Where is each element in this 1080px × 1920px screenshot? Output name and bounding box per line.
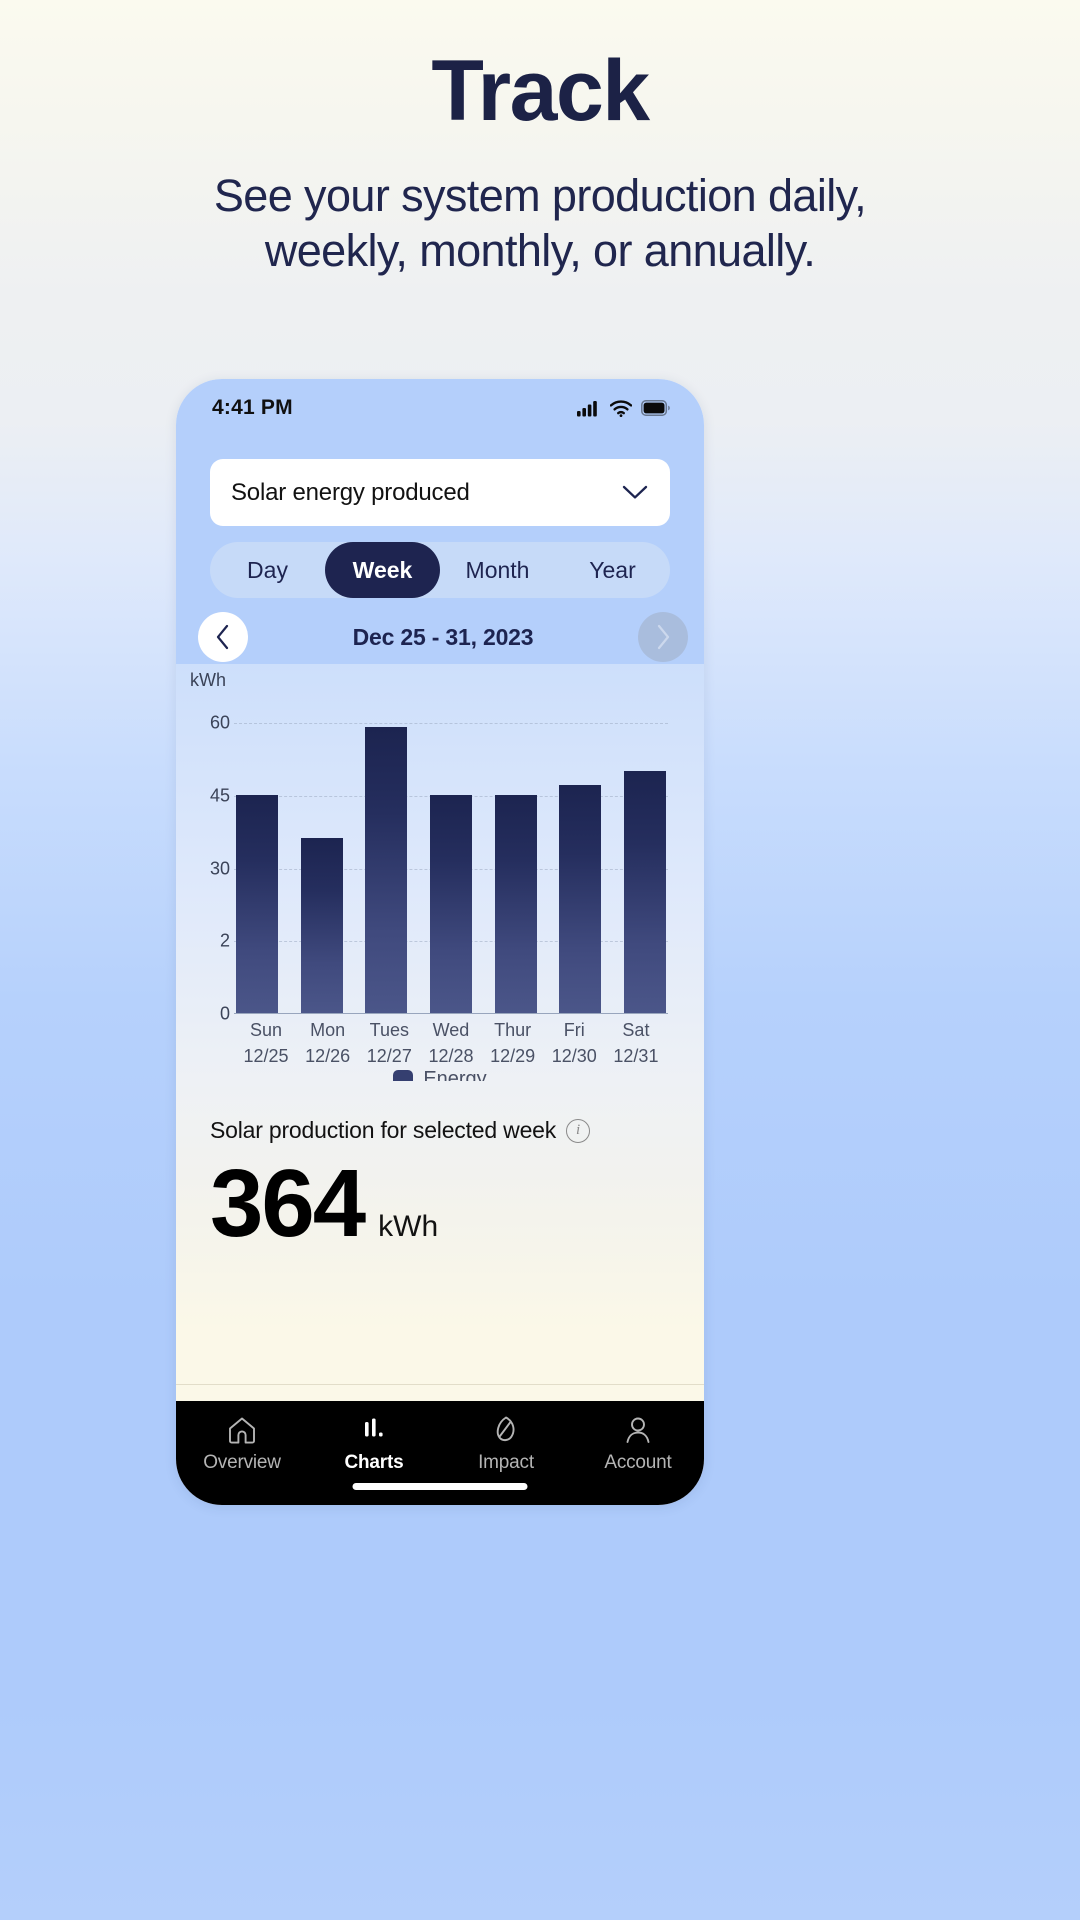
chart-x-label: Fri 12/30 [544, 1018, 604, 1069]
summary-label: Solar production for selected week [210, 1117, 557, 1143]
date-range-label: Dec 25 - 31, 2023 [352, 623, 534, 650]
chart-unit-label: kWh [190, 670, 226, 690]
chart-x-label-date: 12/25 [243, 1045, 289, 1066]
chevron-right-icon [657, 624, 670, 650]
chevron-left-icon [216, 624, 229, 650]
summary-value: 364 [210, 1150, 366, 1257]
phone-mockup: 4:41 PM Solar energy produced Day Week M… [176, 379, 704, 1505]
chart-bar[interactable] [429, 794, 472, 1013]
chart-x-label-day: Wed [432, 1020, 470, 1040]
chart-x-label-day: Sat [622, 1020, 650, 1040]
tab-label-charts: Charts [344, 1452, 404, 1473]
chart-y-tick-label: 45 [209, 785, 230, 806]
chart-x-labels: Sun 12/25 Mon 12/26 Tues 12/27 Wed 12/28 Thur 12/… [236, 1018, 666, 1069]
tab-charts[interactable]: Charts [314, 1415, 434, 1474]
segment-month[interactable]: Month [440, 542, 555, 598]
bar-chart-icon [365, 1418, 383, 1437]
date-navigator: Dec 25 - 31, 2023 [198, 611, 688, 663]
previous-period-button[interactable] [198, 612, 248, 662]
tab-impact[interactable]: Impact [446, 1415, 566, 1474]
content-divider [176, 1384, 704, 1385]
info-icon[interactable]: i [566, 1118, 591, 1143]
chart-bar[interactable] [300, 838, 343, 1013]
chart-x-label-day: Tues [369, 1020, 409, 1040]
segment-week[interactable]: Week [325, 542, 440, 598]
chart-plot-area: 60 45 30 2 0 [209, 694, 668, 1024]
chart-x-axis [234, 1013, 668, 1014]
status-bar: 4:41 PM [176, 379, 704, 437]
chart-x-label-day: Sun [249, 1020, 283, 1040]
metric-dropdown-value: Solar energy produced [231, 478, 470, 506]
status-bar-icons [577, 399, 670, 417]
cellular-signal-icon [577, 400, 597, 416]
chart-x-label-date: 12/29 [490, 1045, 536, 1066]
chart-y-tick-label: 0 [219, 1003, 230, 1024]
chart-bar[interactable] [236, 794, 278, 1013]
bottom-tab-bar: Overview Charts Impact Account [176, 1401, 704, 1505]
person-icon [626, 1417, 650, 1443]
metric-dropdown[interactable]: Solar energy produced [210, 459, 670, 526]
segment-day[interactable]: Day [210, 542, 325, 598]
chart-bar[interactable] [494, 794, 537, 1013]
bottom-tab-list: Overview Charts Impact Account [176, 1401, 704, 1481]
chart-bars [236, 694, 666, 1013]
chart-x-label-date: 12/27 [366, 1045, 412, 1066]
chart-x-label: Wed 12/28 [421, 1018, 481, 1069]
chart-bar[interactable] [365, 726, 408, 1013]
chart-x-label: Mon 12/26 [298, 1018, 358, 1069]
page-title: Track [431, 43, 650, 139]
wifi-icon [610, 399, 632, 417]
chart-bar[interactable] [559, 785, 602, 1013]
chart-y-tick-label: 60 [209, 712, 230, 733]
chart-x-label-date: 12/30 [551, 1045, 597, 1066]
tab-label-overview: Overview [203, 1452, 281, 1473]
chart-y-tick-label: 30 [209, 858, 230, 879]
status-bar-time: 4:41 PM [212, 396, 293, 419]
chart-x-label-day: Thur [494, 1020, 532, 1040]
tab-overview[interactable]: Overview [182, 1415, 302, 1474]
energy-bar-chart: kWh 60 45 30 2 0 Sun 12/25 Mon 12/26 Tues 12/27 We… [176, 664, 704, 1090]
page-subtitle: See your system production daily, weekly… [0, 134, 1080, 279]
page-root: Track See your system production daily, … [0, 0, 1080, 1920]
page-subtitle-line-2: weekly, monthly, or annually. [264, 225, 816, 277]
tab-label-impact: Impact [478, 1452, 534, 1473]
page-subtitle-line-1: See your system production daily, [213, 170, 867, 221]
hero-section: Track See your system production daily, … [0, 0, 1080, 279]
tab-label-account: Account [604, 1452, 672, 1473]
tab-account[interactable]: Account [578, 1415, 698, 1474]
chevron-down-icon [622, 485, 648, 499]
summary-label-row: Solar production for selected week i [210, 1117, 670, 1144]
leaf-icon [496, 1416, 515, 1442]
battery-icon [641, 400, 670, 416]
chart-x-label-day: Fri [563, 1020, 585, 1040]
chart-x-label: Thur 12/29 [483, 1018, 543, 1069]
segment-year[interactable]: Year [555, 542, 670, 598]
chart-x-label-date: 12/31 [613, 1045, 659, 1066]
period-segmented-control[interactable]: Day Week Month Year [210, 542, 670, 598]
summary-section: Solar production for selected week i 364… [176, 1081, 704, 1331]
summary-footer-strip [176, 1331, 704, 1401]
chart-x-label: Sun 12/25 [236, 1018, 296, 1069]
home-indicator [352, 1483, 528, 1490]
chart-x-label-date: 12/28 [428, 1045, 474, 1066]
chart-x-label: Sat 12/31 [606, 1018, 666, 1069]
summary-value-row: 364 kWh [210, 1150, 670, 1257]
chart-x-label: Tues 12/27 [359, 1018, 419, 1069]
chart-y-tick-label: 2 [219, 930, 230, 951]
chart-x-label-date: 12/26 [305, 1045, 351, 1066]
chart-x-label-day: Mon [310, 1020, 346, 1040]
next-period-button[interactable] [638, 612, 688, 662]
summary-unit: kWh [378, 1210, 439, 1243]
chart-bar[interactable] [623, 770, 666, 1013]
home-icon [229, 1417, 255, 1444]
